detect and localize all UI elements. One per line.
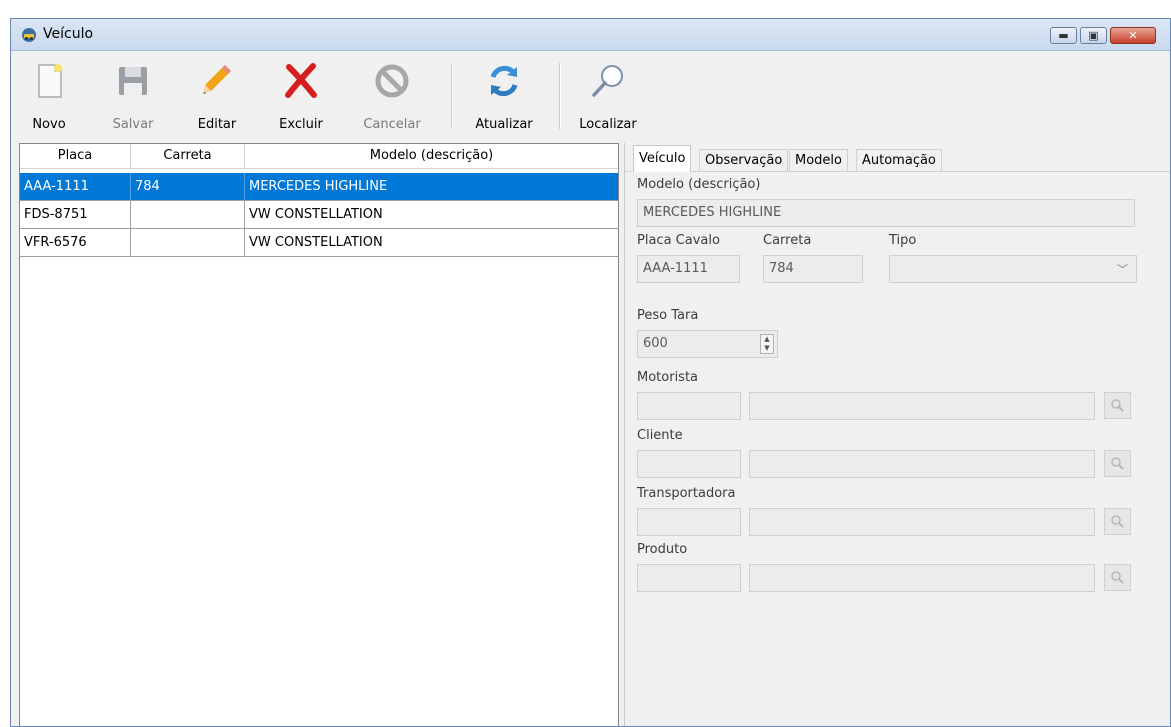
edit-button[interactable]: Editar <box>191 57 243 137</box>
maximize-icon: ▣ <box>1088 29 1099 42</box>
cell-placa: FDS-8751 <box>20 201 131 228</box>
minimize-icon: ▬ <box>1058 29 1069 42</box>
modelo-field[interactable]: MERCEDES HIGHLINE <box>637 199 1135 227</box>
floppy-disk-icon <box>119 67 147 95</box>
column-header-placa[interactable]: Placa <box>20 144 131 168</box>
search-icon <box>1111 515 1124 528</box>
new-button[interactable]: Novo <box>25 57 73 137</box>
search-icon <box>1111 399 1124 412</box>
cell-carreta <box>131 229 245 256</box>
refresh-button-label: Atualizar <box>475 117 533 132</box>
grid-header: Placa Carreta Modelo (descrição) <box>20 144 618 169</box>
detail-panel: Veículo Observação Modelo Automação Mode… <box>624 143 1170 726</box>
cancel-circle-icon <box>375 64 409 98</box>
transportadora-name-field[interactable] <box>749 508 1095 536</box>
cell-placa: AAA-1111 <box>20 173 131 200</box>
spinner-arrows-icon[interactable]: ▲ ▼ <box>760 334 774 354</box>
new-document-icon <box>38 64 62 98</box>
modelo-label: Modelo (descrição) <box>637 177 761 192</box>
produto-label: Produto <box>637 542 688 557</box>
cell-modelo: MERCEDES HIGHLINE <box>249 179 388 194</box>
chevron-down-icon: ﹀ <box>1117 263 1128 276</box>
transportadora-code-field[interactable] <box>637 508 741 536</box>
toolbar-separator <box>559 63 561 129</box>
motorista-label: Motorista <box>637 370 699 385</box>
transportadora-label: Transportadora <box>637 486 736 501</box>
close-icon: ✕ <box>1128 29 1138 42</box>
toolbar: Novo Salvar Editar Excluir Cancelar Atua… <box>11 51 1170 141</box>
carreta-field[interactable]: 784 <box>763 255 863 283</box>
column-header-modelo[interactable]: Modelo (descrição) <box>245 144 618 168</box>
cliente-code-field[interactable] <box>637 450 741 478</box>
cancel-button[interactable]: Cancelar <box>359 57 425 137</box>
toolbar-separator <box>451 63 453 129</box>
window-title: Veículo <box>43 26 94 42</box>
table-row[interactable]: VFR-6576 VW CONSTELLATION <box>20 229 618 257</box>
maximize-button[interactable]: ▣ <box>1080 27 1107 44</box>
tab-page-veiculo: Modelo (descrição) MERCEDES HIGHLINE Pla… <box>625 171 1170 726</box>
cell-modelo: VW CONSTELLATION <box>249 207 383 222</box>
cell-placa: VFR-6576 <box>20 229 131 256</box>
placa-cavalo-label: Placa Cavalo <box>637 233 720 248</box>
refresh-button[interactable]: Atualizar <box>471 57 537 137</box>
cancel-button-label: Cancelar <box>363 117 421 132</box>
produto-lookup-button[interactable] <box>1104 564 1131 591</box>
vehicle-grid[interactable]: Placa Carreta Modelo (descrição) AAA-111… <box>19 143 619 726</box>
edit-button-label: Editar <box>197 117 237 132</box>
search-button[interactable]: Localizar <box>575 57 641 137</box>
new-button-label: Novo <box>32 117 66 132</box>
save-button-label: Salvar <box>112 117 154 132</box>
placa-cavalo-field[interactable]: AAA-1111 <box>637 255 740 283</box>
motorista-name-field[interactable] <box>749 392 1095 420</box>
tab-automacao[interactable]: Automação <box>856 149 942 171</box>
search-button-label: Localizar <box>579 117 637 132</box>
search-icon <box>1111 457 1124 470</box>
motorista-code-field[interactable] <box>637 392 741 420</box>
vehicle-app-icon <box>22 28 36 42</box>
cell-carreta: 784 <box>131 173 245 200</box>
cliente-lookup-button[interactable] <box>1104 450 1131 477</box>
motorista-lookup-button[interactable] <box>1104 392 1131 419</box>
tab-veiculo[interactable]: Veículo <box>633 145 692 172</box>
tab-observacao[interactable]: Observação <box>699 149 789 171</box>
save-button[interactable]: Salvar <box>107 57 159 137</box>
vehicle-window: Veículo ▬ ▣ ✕ Novo Salvar Editar Excluir… <box>10 18 1171 727</box>
transportadora-lookup-button[interactable] <box>1104 508 1131 535</box>
cliente-label: Cliente <box>637 428 683 443</box>
title-bar[interactable]: Veículo ▬ ▣ ✕ <box>11 19 1170 51</box>
carreta-label: Carreta <box>763 233 812 248</box>
peso-tara-stepper[interactable]: 600 ▲ ▼ <box>637 330 778 358</box>
refresh-icon <box>490 65 518 97</box>
table-row[interactable]: AAA-1111 784 MERCEDES HIGHLINE <box>20 173 618 201</box>
tipo-select[interactable]: ﹀ <box>889 255 1137 283</box>
column-header-carreta[interactable]: Carreta <box>131 144 245 168</box>
red-x-icon <box>285 63 317 98</box>
minimize-button[interactable]: ▬ <box>1050 27 1077 44</box>
search-icon <box>1111 571 1124 584</box>
cliente-name-field[interactable] <box>749 450 1095 478</box>
pencil-icon <box>203 65 231 94</box>
peso-tara-label: Peso Tara <box>637 308 699 323</box>
cell-carreta <box>131 201 245 228</box>
table-row[interactable]: FDS-8751 VW CONSTELLATION <box>20 201 618 229</box>
delete-button-label: Excluir <box>279 117 323 132</box>
tipo-label: Tipo <box>889 233 917 248</box>
delete-button[interactable]: Excluir <box>273 57 329 137</box>
produto-code-field[interactable] <box>637 564 741 592</box>
tab-modelo[interactable]: Modelo <box>789 149 848 171</box>
magnifier-icon <box>592 65 623 97</box>
produto-name-field[interactable] <box>749 564 1095 592</box>
cell-modelo: VW CONSTELLATION <box>249 235 383 250</box>
peso-tara-value: 600 <box>643 336 668 351</box>
close-button[interactable]: ✕ <box>1110 27 1156 44</box>
